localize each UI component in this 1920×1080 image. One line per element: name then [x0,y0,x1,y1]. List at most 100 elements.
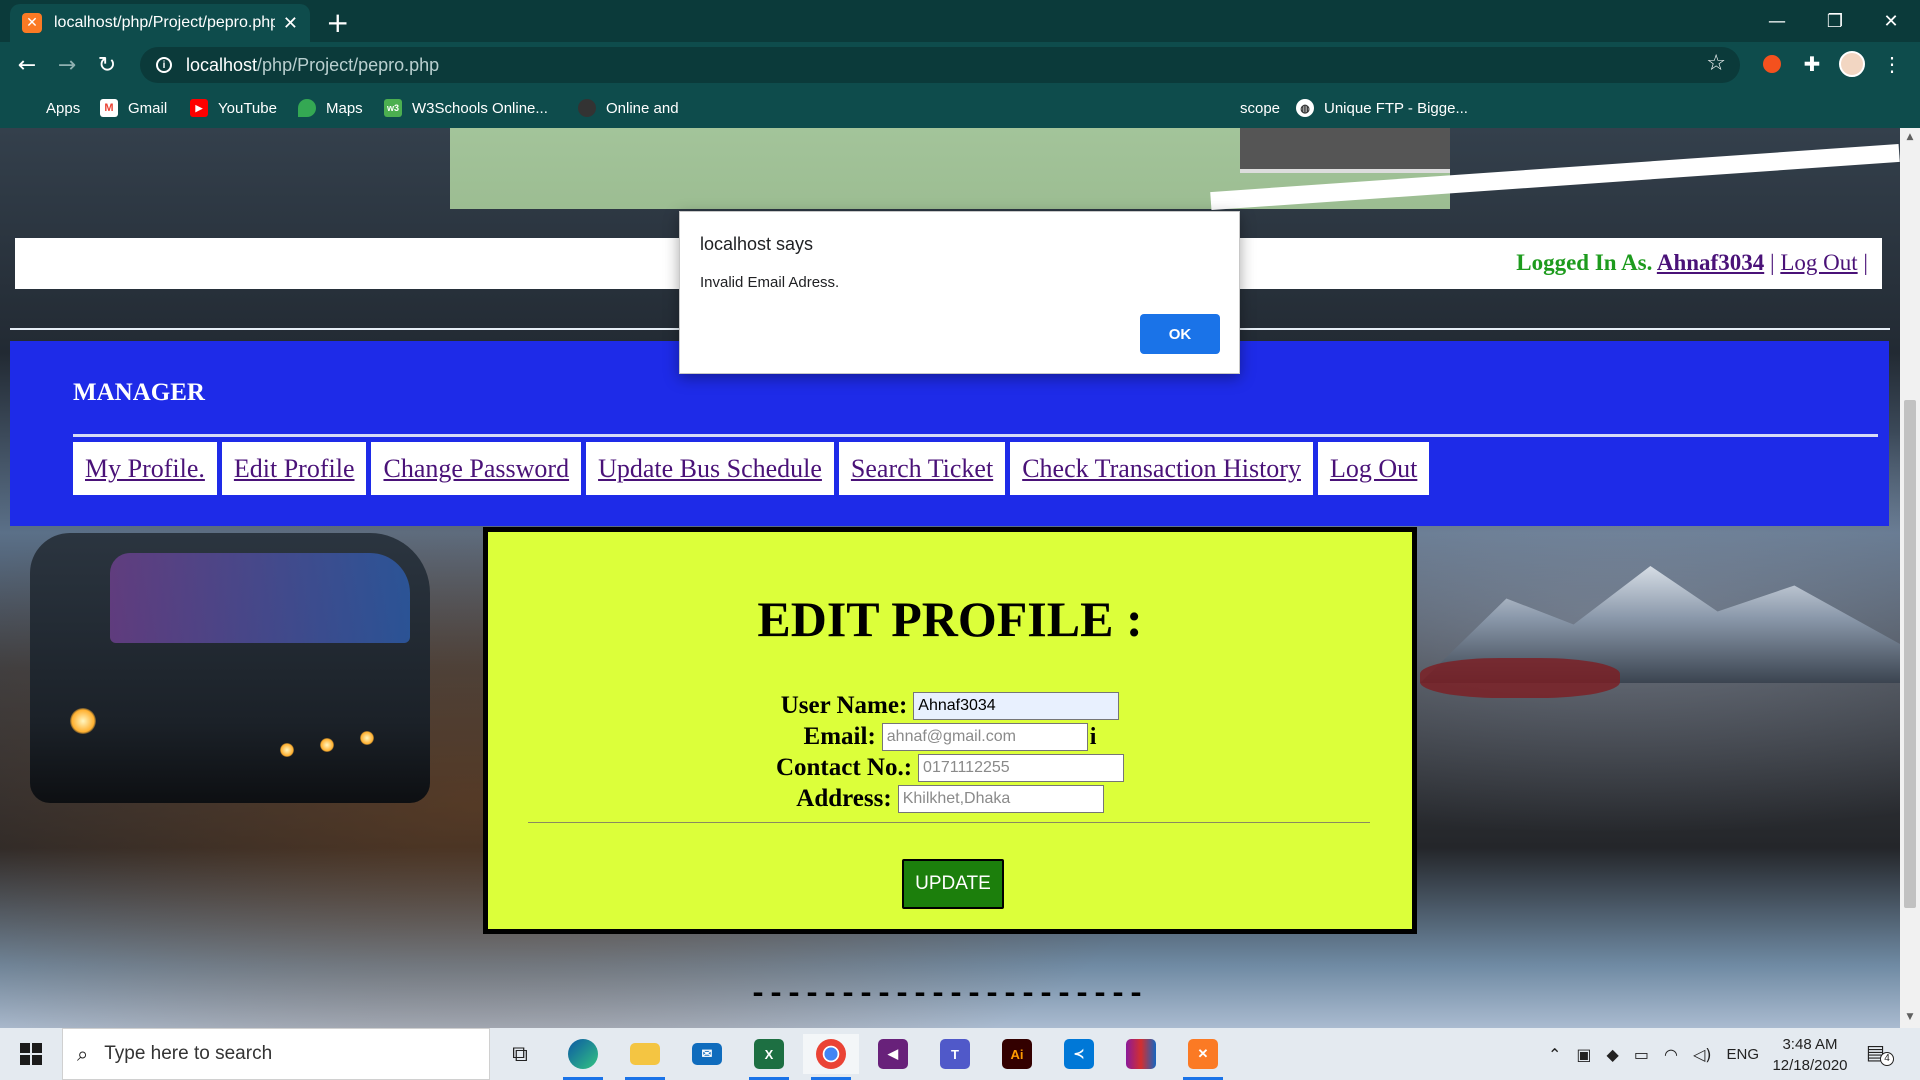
youtube-icon: ▶ [190,99,208,117]
bookmark-apps[interactable]: Apps [20,96,80,120]
reload-icon[interactable]: ↻ [92,50,122,80]
email-row: Email: i [488,723,1412,751]
start-button[interactable] [0,1028,62,1080]
bookmark-w3schools[interactable]: w3 W3Schools Online... [384,96,548,120]
menu-update-bus-schedule[interactable]: Update Bus Schedule [586,442,834,495]
menu-change-password[interactable]: Change Password [371,442,582,495]
bus-light [280,743,294,757]
bus-window [110,553,410,643]
separator: | [1769,250,1775,275]
scroll-down-icon[interactable]: ▼ [1904,1012,1916,1022]
email-suffix-text: i [1089,723,1097,750]
address-field[interactable] [897,785,1104,813]
update-button[interactable]: UPDATE [902,859,1004,909]
bookmark-maps[interactable]: Maps [298,96,363,120]
logged-in-label: Logged In As. [1516,250,1653,275]
volume-icon[interactable]: ◁) [1693,1045,1712,1064]
visual-studio-icon[interactable]: ◀ [865,1034,921,1074]
edge-icon[interactable] [555,1034,611,1080]
taskbar-clock[interactable]: 3:48 AM 12/18/2020 [1760,1034,1860,1076]
menu-log-out[interactable]: Log Out [1317,442,1430,495]
chevron-up-icon[interactable]: ⌃ [1548,1045,1561,1064]
fire-extension-icon[interactable] [1758,50,1786,78]
xampp-icon[interactable]: ✕ [1175,1034,1231,1080]
scroll-up-icon[interactable]: ▲ [1904,132,1916,142]
browser-tab[interactable]: ✕ localhost/php/Project/pepro.php ✕ [10,4,310,42]
wifi-icon[interactable]: ◠ [1664,1045,1678,1064]
bus-light [360,731,374,745]
contact-label: Contact No.: [775,754,913,781]
menu-my-profile[interactable]: My Profile. [73,442,217,495]
contact-field[interactable] [918,754,1125,782]
xampp-icon: ✕ [22,13,42,33]
url-host: localhost [186,54,258,75]
maps-icon [298,99,316,117]
bookmark-label: Maps [326,99,363,117]
alert-dialog: localhost says Invalid Email Adress. OK [679,211,1240,374]
alert-message: Invalid Email Adress. [700,274,840,291]
clock-date: 12/18/2020 [1772,1057,1848,1074]
close-window-icon[interactable]: ✕ [1862,0,1920,42]
chrome-menu-icon[interactable]: ⋮ [1878,50,1906,78]
extensions-puzzle-icon[interactable]: ✚ [1798,50,1826,78]
task-view-icon[interactable]: ⧉ [492,1034,548,1074]
gmail-icon: M [100,99,118,117]
bookmark-youtube[interactable]: ▶ YouTube [190,96,277,120]
taskbar-search-input[interactable]: ⌕ Type here to search [62,1028,490,1080]
bookmark-unique-ftp[interactable]: ◍ Unique FTP - Bigge... [1296,96,1468,120]
top-logout-link[interactable]: Log Out [1780,250,1857,275]
info-icon[interactable]: i [156,57,172,73]
w3schools-icon: w3 [384,99,402,117]
menu-search-ticket[interactable]: Search Ticket [838,442,1006,495]
menu-check-transaction-history[interactable]: Check Transaction History [1010,442,1313,495]
language-indicator[interactable]: ENG [1726,1046,1759,1063]
excel-icon[interactable]: X [741,1034,797,1080]
divider [73,434,1878,437]
menu-edit-profile[interactable]: Edit Profile [221,442,367,495]
address-row: Address: [488,785,1412,813]
device-icon[interactable]: ▣ [1576,1045,1591,1064]
illustrator-icon[interactable]: Ai [989,1034,1045,1074]
username-link[interactable]: Ahnaf3034 [1657,250,1764,275]
page-scrollbar[interactable]: ▲ ▼ [1900,128,1920,1028]
bookmark-gmail[interactable]: M Gmail [100,96,167,120]
url-input[interactable]: i localhost/php/Project/pepro.php ☆ [140,47,1740,83]
separator: | [1863,250,1868,275]
username-row: User Name: [488,692,1412,720]
bookmark-scope[interactable]: scope [1240,96,1280,120]
bookmark-label: scope [1240,99,1281,117]
username-field[interactable] [913,692,1120,720]
bookmark-label: YouTube [218,99,277,117]
clock-time: 3:48 AM [1782,1036,1838,1053]
battery-icon[interactable]: ▭ [1634,1045,1649,1064]
scroll-thumb[interactable] [1904,400,1916,908]
red-ground-decoration [1420,658,1620,698]
restore-icon[interactable]: ❐ [1806,0,1864,42]
alert-ok-button[interactable]: OK [1140,314,1220,354]
file-explorer-icon[interactable] [617,1034,673,1080]
vscode-icon[interactable]: ≺ [1051,1034,1107,1074]
apps-grid-icon [20,100,36,116]
forward-icon[interactable]: → [52,50,82,80]
url-path: /php/Project/pepro.php [257,54,440,75]
winrar-icon[interactable] [1113,1034,1169,1074]
back-icon[interactable]: ← [12,50,42,80]
email-field[interactable] [881,723,1088,751]
close-tab-icon[interactable]: ✕ [283,13,298,34]
globe-icon: ◍ [1296,99,1314,117]
bookmark-online[interactable]: Online and [578,96,679,120]
page-viewport: Logged In As. Ahnaf3034 | Log Out | MANA… [0,128,1900,1028]
profile-avatar-icon[interactable] [1838,50,1866,78]
notification-icon[interactable]: ▤ 4 [1866,1040,1894,1068]
teams-icon[interactable]: T [927,1034,983,1074]
bookmark-star-icon[interactable]: ☆ [1706,51,1726,76]
dropbox-icon[interactable]: ◆ [1607,1045,1619,1064]
mail-icon[interactable]: ✉ [679,1034,735,1074]
bus-light [320,738,334,752]
minimize-icon[interactable]: — [1748,0,1806,42]
edit-profile-form: EDIT PROFILE : User Name: Email: i Conta… [483,527,1417,934]
username-label: User Name: [780,692,908,719]
chrome-icon[interactable] [803,1034,859,1080]
new-tab-icon[interactable]: + [326,6,349,39]
address-bar: ← → ↻ i localhost/php/Project/pepro.php … [0,42,1920,88]
